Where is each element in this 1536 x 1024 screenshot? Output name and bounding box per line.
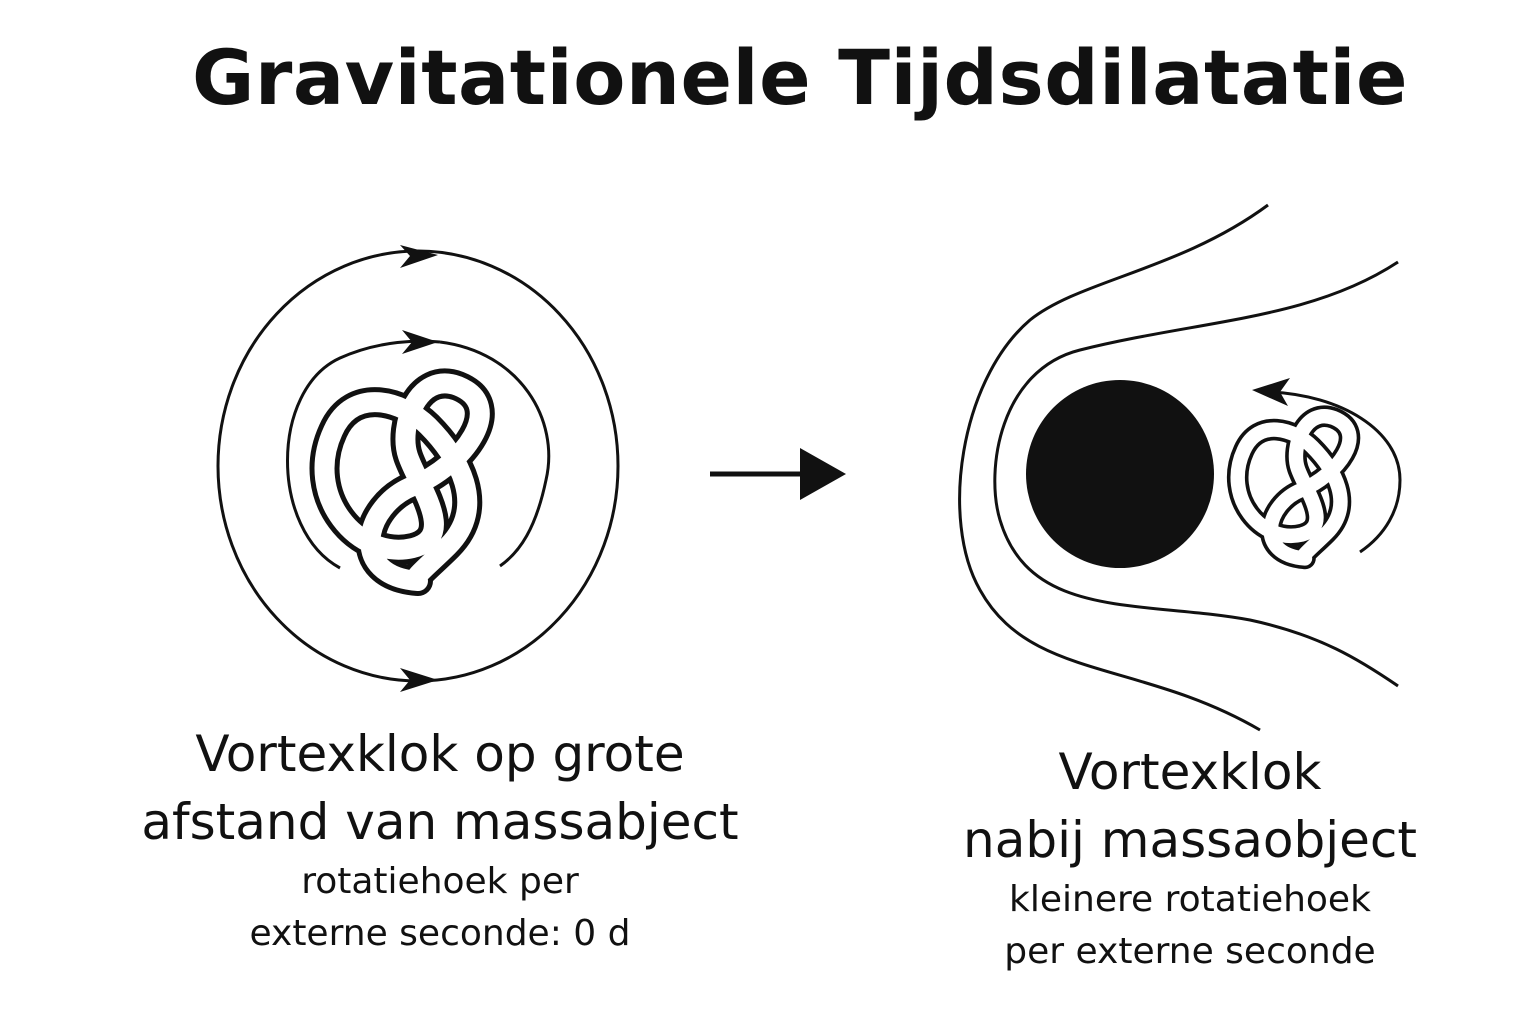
left-heading-line2: afstand van massabject bbox=[141, 793, 739, 851]
left-heading-line1: Vortexklok op grote bbox=[195, 725, 685, 783]
right-sub-line2: per externe seconde bbox=[1004, 931, 1376, 972]
left-sub-line2: externe seconde: 0 d bbox=[249, 913, 631, 954]
right-caption: Vortexklok nabij massaobject kleinere ro… bbox=[940, 738, 1440, 978]
left-clock-group bbox=[216, 245, 620, 692]
right-arrow-icon bbox=[710, 448, 846, 500]
right-heading-line1: Vortexklok bbox=[1058, 743, 1322, 801]
left-sub-line1: rotatiehoek per bbox=[301, 861, 579, 902]
top-flow-arrow-icon bbox=[400, 245, 438, 268]
trefoil-knot-icon bbox=[1227, 405, 1361, 570]
left-caption: Vortexklok op grote afstand van massabje… bbox=[120, 720, 760, 960]
black-hole-icon bbox=[1026, 380, 1214, 568]
right-clock-group bbox=[958, 203, 1402, 732]
trefoil-knot-icon bbox=[309, 368, 495, 596]
right-sub-line1: kleinere rotatiehoek bbox=[1009, 879, 1371, 920]
right-heading-line2: nabij massaobject bbox=[963, 811, 1417, 869]
